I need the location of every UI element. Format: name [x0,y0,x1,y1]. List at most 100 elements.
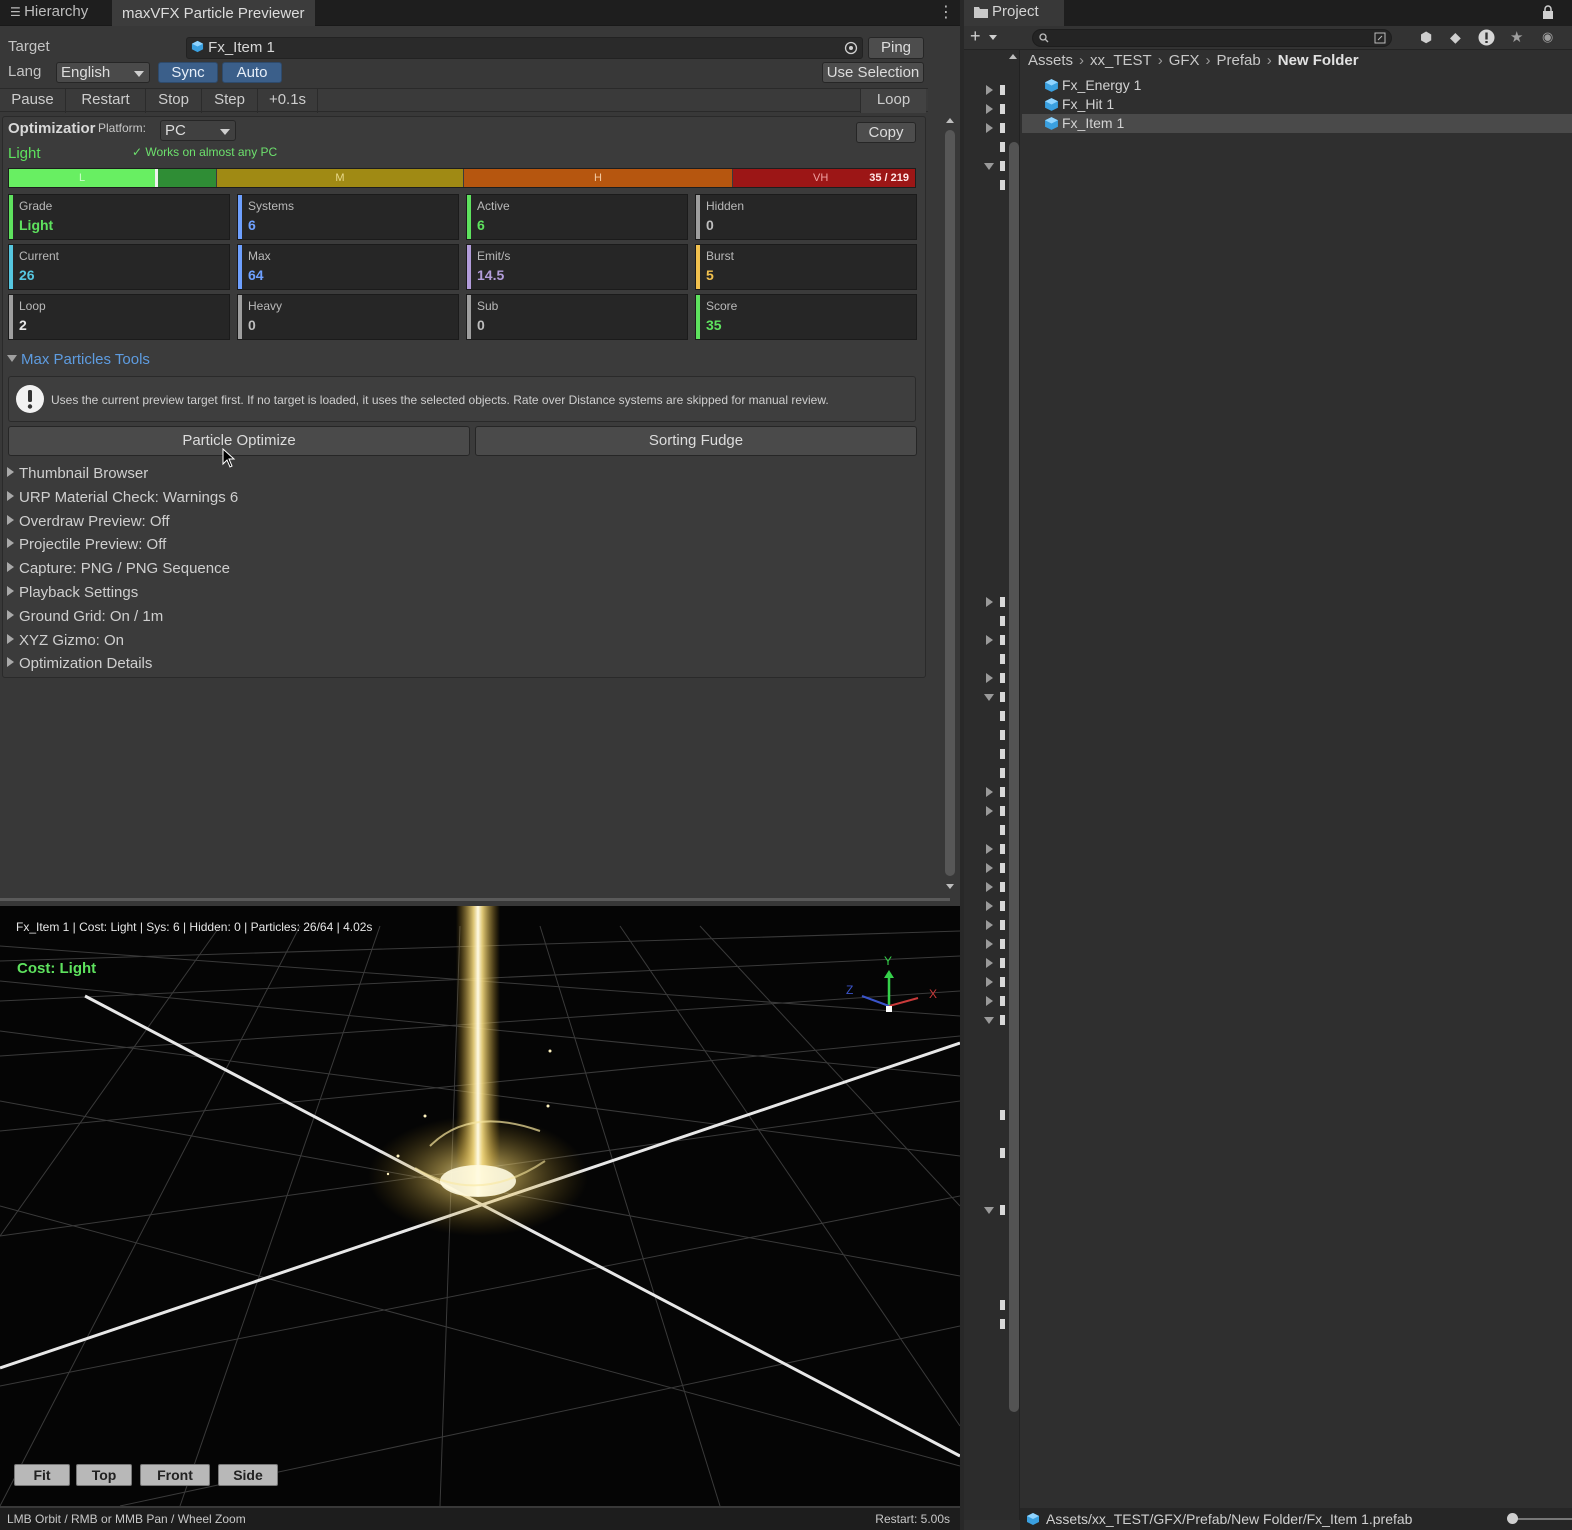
tree-item-marker[interactable] [1000,616,1005,626]
breadcrumb-gfx[interactable]: GFX [1169,52,1200,69]
tree-expand-arrow-icon[interactable] [986,635,993,645]
tree-item-marker[interactable] [1000,749,1005,759]
breadcrumb-xx-test[interactable]: xx_TEST [1090,52,1152,69]
tree-item-marker[interactable] [1000,673,1005,683]
tree-item-marker[interactable] [1000,597,1005,607]
foldout-xyz-gizmo[interactable]: XYZ Gizmo: On [7,632,124,649]
side-view-button[interactable]: Side [218,1464,278,1486]
tree-item-marker[interactable] [1000,635,1005,645]
tree-scrollbar-thumb[interactable] [1009,142,1019,1412]
tree-expand-arrow-icon[interactable] [986,882,993,892]
scrollbar-thumb[interactable] [945,130,955,876]
tree-expand-arrow-icon[interactable] [986,123,993,133]
tree-expand-arrow-icon[interactable] [986,673,993,683]
asset-item-fx-item-selected[interactable]: Fx_Item 1 [1022,114,1572,133]
splitter[interactable] [0,898,950,901]
tree-item-marker[interactable] [1000,711,1005,721]
object-picker-icon[interactable] [844,41,858,55]
copy-button[interactable]: Copy [856,122,916,143]
tree-item-marker[interactable] [1000,825,1005,835]
project-search-input[interactable] [1032,29,1392,47]
tree-expand-arrow-icon[interactable] [986,958,993,968]
search-by-type-icon[interactable] [1373,31,1387,45]
tab-particle-previewer[interactable]: maxVFX Particle Previewer [112,0,315,26]
tree-expand-arrow-icon[interactable] [986,787,993,797]
tree-item-marker[interactable] [1000,958,1005,968]
max-particles-foldout[interactable]: Max Particles Tools [7,351,150,368]
auto-toggle[interactable]: Auto [222,62,282,83]
visibility-eye-icon[interactable]: ◉ [1542,29,1553,45]
target-object-field[interactable]: Fx_Item 1 [186,37,863,59]
filter-by-label-icon[interactable]: ⬢ [1420,29,1432,46]
tree-item-marker[interactable] [1000,901,1005,911]
tree-expand-arrow-icon[interactable] [986,863,993,873]
tree-item-marker[interactable] [1000,692,1005,702]
tree-expand-arrow-icon[interactable] [986,977,993,987]
tree-item-marker[interactable] [1000,104,1005,114]
preview-viewport[interactable]: Fx_Item 1 | Cost: Light | Sys: 6 | Hidde… [0,906,960,1506]
ping-button[interactable]: Ping [868,37,924,59]
scroll-down-arrow-icon[interactable] [946,884,954,889]
tree-collapse-arrow-icon[interactable] [984,694,994,701]
tree-expand-arrow-icon[interactable] [986,920,993,930]
tree-item-marker[interactable] [1000,1110,1005,1120]
tree-expand-arrow-icon[interactable] [986,104,993,114]
icon-size-slider-handle[interactable] [1507,1513,1518,1524]
sync-toggle[interactable]: Sync [158,62,218,83]
more-options-icon[interactable]: ⋮ [938,2,954,22]
foldout-optimization-details[interactable]: Optimization Details [7,655,152,672]
tree-item-marker[interactable] [1000,1300,1005,1310]
tag-icon[interactable]: ◆ [1450,29,1461,46]
tree-item-marker[interactable] [1000,1319,1005,1329]
asset-item-fx-energy[interactable]: Fx_Energy 1 [1022,76,1572,95]
favorite-star-icon[interactable]: ★ [1510,28,1523,46]
top-view-button[interactable]: Top [76,1464,132,1486]
foldout-thumbnail-browser[interactable]: Thumbnail Browser [7,465,148,482]
tree-item-marker[interactable] [1000,1015,1005,1025]
warning-filter-icon[interactable] [1478,29,1495,46]
tree-item-marker[interactable] [1000,863,1005,873]
tree-item-marker[interactable] [1000,123,1005,133]
tree-item-marker[interactable] [1000,882,1005,892]
tree-expand-arrow-icon[interactable] [986,844,993,854]
breadcrumb-prefab[interactable]: Prefab [1217,52,1261,69]
tree-item-marker[interactable] [1000,920,1005,930]
tree-item-marker[interactable] [1000,1148,1005,1158]
tree-expand-arrow-icon[interactable] [986,85,993,95]
asset-item-fx-hit[interactable]: Fx_Hit 1 [1022,95,1572,114]
lock-icon[interactable] [1542,5,1554,19]
tree-item-marker[interactable] [1000,768,1005,778]
icon-size-slider[interactable] [1510,1518,1572,1520]
tree-collapse-arrow-icon[interactable] [984,1207,994,1214]
tree-item-marker[interactable] [1000,939,1005,949]
platform-dropdown[interactable]: PC [160,120,236,141]
create-dropdown-icon[interactable] [989,35,997,40]
foldout-ground-grid[interactable]: Ground Grid: On / 1m [7,608,163,625]
step-button[interactable]: Step [202,89,258,113]
foldout-capture[interactable]: Capture: PNG / PNG Sequence [7,560,230,577]
tree-item-marker[interactable] [1000,180,1005,190]
breadcrumb-new-folder[interactable]: New Folder [1278,52,1359,69]
tree-expand-arrow-icon[interactable] [986,597,993,607]
tree-item-marker[interactable] [1000,142,1005,152]
foldout-playback-settings[interactable]: Playback Settings [7,584,138,601]
scroll-up-arrow-icon[interactable] [1009,54,1017,59]
stop-button[interactable]: Stop [146,89,202,113]
scroll-up-arrow-icon[interactable] [946,118,954,123]
fit-button[interactable]: Fit [14,1464,70,1486]
vertical-scrollbar[interactable] [944,118,956,894]
tree-item-marker[interactable] [1000,1205,1005,1215]
tree-expand-arrow-icon[interactable] [986,996,993,1006]
breadcrumb-assets[interactable]: Assets [1028,52,1073,69]
front-view-button[interactable]: Front [140,1464,210,1486]
foldout-overdraw-preview[interactable]: Overdraw Preview: Off [7,513,170,530]
particle-optimize-button[interactable]: Particle Optimize [8,426,470,456]
step-plus-button[interactable]: +0.1s [258,89,318,113]
create-plus-icon[interactable]: + [970,26,981,47]
tree-expand-arrow-icon[interactable] [986,806,993,816]
tree-expand-arrow-icon[interactable] [986,901,993,911]
pause-button[interactable]: Pause [0,89,66,113]
language-dropdown[interactable]: English [56,62,150,83]
sorting-fudge-button[interactable]: Sorting Fudge [475,426,917,456]
tree-item-marker[interactable] [1000,161,1005,171]
